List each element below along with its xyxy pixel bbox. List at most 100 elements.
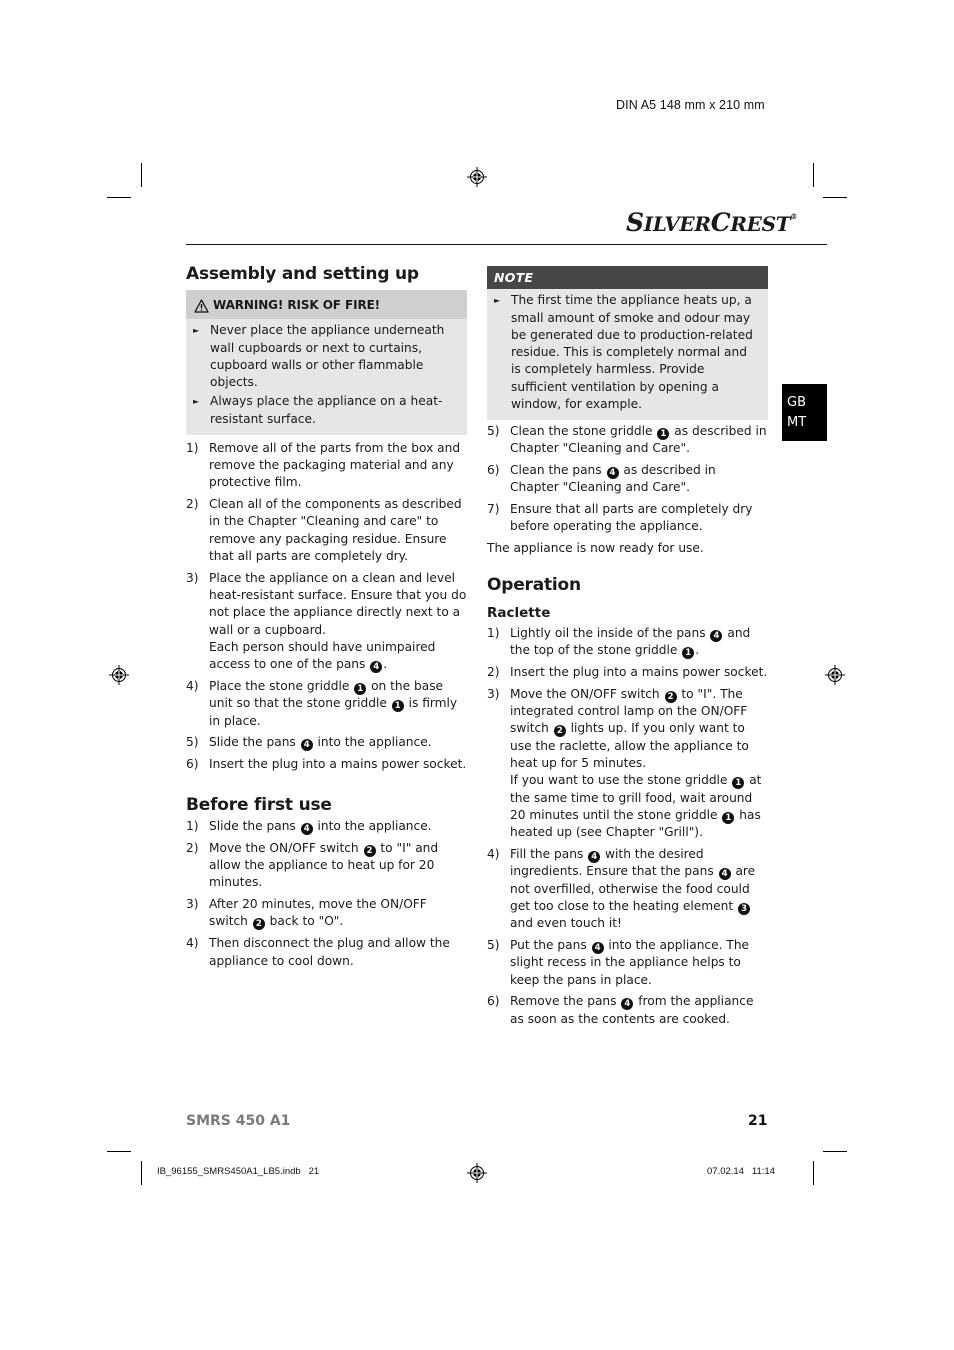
step-item: 2) Insert the plug into a mains power soc… (487, 664, 768, 681)
step-item: 1) Remove all of the parts from the box a… (186, 440, 467, 492)
crop-mark (813, 163, 814, 187)
step-item: 1) Slide the pans 4 into the appliance. (186, 818, 467, 835)
step-number: 3) (186, 570, 199, 585)
step-number: 1) (186, 818, 199, 833)
step-text: Insert the plug into a mains power socke… (209, 757, 467, 772)
part-number-badge-3: 3 (738, 902, 751, 915)
crop-mark (107, 1151, 131, 1152)
step-number: 1) (487, 625, 500, 640)
part-number-badge-4: 4 (591, 942, 604, 954)
part-number-badge-2: 2 (553, 725, 566, 738)
crop-mark (823, 197, 847, 198)
step-item: 2) Clean all of the components as describ… (186, 496, 467, 565)
ready-text: The appliance is now ready for use. (487, 541, 704, 556)
step-number: 5) (487, 423, 500, 438)
crop-mark (141, 163, 142, 187)
part-number-badge-1: 1 (657, 427, 670, 440)
brand-logo: SILVERCREST® (626, 208, 797, 237)
part-number-badge-2: 2 (252, 918, 265, 931)
step-text: Clean the stone griddle 1 as described i… (510, 423, 767, 456)
operation-steps: 1) Lightly oil the inside of the pans 4 a… (487, 625, 768, 1028)
brand-letters: REST (730, 212, 791, 236)
step-item: 4) Then disconnect the plug and allow the… (186, 935, 467, 970)
continued-steps: 5) Clean the stone griddle 1 as described… (487, 423, 768, 536)
brand-letter: S (626, 208, 644, 237)
subsection-title-raclette: Raclette (487, 605, 551, 622)
part-number-badge-4: 4 (718, 868, 731, 881)
step-item: 6) Insert the plug into a mains power soc… (186, 756, 467, 773)
step-text: Slide the pans 4 into the appliance. (209, 818, 432, 835)
step-text: Ensure that all parts are completely dry… (510, 502, 753, 534)
part-number-badge-2: 2 (363, 844, 376, 857)
part-number-badge-4: 4 (606, 466, 619, 479)
bullet-text: The first time the appliance heats up, a… (511, 293, 753, 412)
before-first-use-steps: 1) Slide the pans 4 into the appliance. 2)… (186, 818, 467, 970)
part-number-badge-1: 1 (732, 777, 745, 790)
step-text: Fill the pans 4 with the desired ingredi… (510, 847, 756, 931)
registration-mark-icon (467, 167, 487, 187)
warning-body: ► Never place the appliance underneath wa… (186, 319, 467, 435)
step-number: 4) (186, 936, 199, 951)
step-number: 3) (186, 897, 199, 912)
step-text: After 20 minutes, move the ON/OFF switch… (209, 897, 427, 931)
bullet-arrow-icon: ► (193, 397, 200, 407)
step-number: 5) (487, 938, 500, 952)
print-format-label: DIN A5 148 mm x 210 mm (616, 98, 765, 112)
part-number-badge-4: 4 (621, 998, 634, 1011)
brand-letter: C (710, 208, 731, 237)
header-rule (186, 244, 827, 245)
step-item: 7) Ensure that all parts are completely d… (487, 501, 768, 536)
bullet-arrow-icon: ► (494, 296, 501, 306)
step-item: 2) Move the ON/OFF switch 2 to "I" and al… (186, 840, 467, 892)
part-number-badge-4: 4 (300, 822, 313, 835)
step-text: Remove the pans 4 from the appliance as … (510, 994, 754, 1026)
language-code: GB (787, 395, 806, 410)
step-number: 5) (186, 735, 199, 750)
step-text: Put the pans 4 into the appliance. The s… (510, 938, 750, 987)
crop-mark (141, 1161, 142, 1185)
step-item: 1) Lightly oil the inside of the pans 4 a… (487, 625, 768, 660)
warning-box: WARNING! RISK OF FIRE! ► Never place the … (186, 290, 467, 436)
bullet-arrow-icon: ► (193, 326, 200, 336)
step-number: 4) (487, 847, 500, 862)
step-item: 5) Slide the pans 4 into the appliance. (186, 734, 467, 752)
crop-mark (813, 1161, 814, 1185)
bullet-item: ► Always place the appliance on a heat-re… (193, 393, 459, 428)
step-text: Place the appliance on a clean and level… (209, 570, 467, 674)
note-body: ► The first time the appliance heats up, … (487, 289, 768, 420)
print-slug-filename: IB_96155_SMRS450A1_LB5.indb 21 (157, 1166, 320, 1177)
step-text: Move the ON/OFF switch 2 to "I". The int… (510, 686, 762, 840)
step-number: 2) (487, 665, 500, 680)
part-number-badge-4: 4 (710, 629, 723, 642)
step-number: 6) (487, 994, 500, 1009)
registration-mark-icon (467, 1163, 487, 1183)
warning-header: WARNING! RISK OF FIRE! (186, 290, 467, 320)
step-item: 6) Clean the pans 4 as described in Chapt… (487, 462, 768, 497)
brand-letters: ILVER (643, 212, 711, 236)
step-item: 6) Remove the pans 4 from the appliance a… (487, 993, 768, 1028)
bullet-item: ► Never place the appliance underneath wa… (193, 322, 459, 391)
part-number-badge-1: 1 (682, 647, 695, 660)
step-number: 2) (186, 840, 199, 855)
registration-mark-icon (825, 665, 845, 685)
part-number-badge-1: 1 (391, 700, 404, 713)
step-number: 6) (487, 462, 500, 477)
step-number: 7) (487, 502, 500, 517)
step-number: 6) (186, 757, 199, 772)
registration-mark-icon (109, 665, 129, 685)
note-box: NOTE ► The first time the appliance heats… (487, 266, 768, 421)
print-slug-date: 07.02.14 11:14 (707, 1166, 775, 1177)
part-number-badge-4: 4 (370, 661, 383, 674)
part-number-badge-2: 2 (664, 690, 677, 703)
part-number-badge-4: 4 (588, 851, 601, 864)
step-text: Clean all of the components as described… (209, 496, 462, 563)
section-title-operation: Operation (487, 575, 581, 596)
step-text: Slide the pans 4 into the appliance. (209, 735, 432, 752)
crop-mark (823, 1151, 847, 1152)
bullet-text: Never place the appliance underneath wal… (210, 323, 445, 390)
step-item: 5) Clean the stone griddle 1 as described… (487, 423, 768, 458)
step-text: Place the stone griddle 1 on the base un… (209, 678, 458, 728)
step-item: 3) Move the ON/OFF switch 2 to "I". The i… (487, 686, 768, 842)
step-item: 4) Place the stone griddle 1 on the base … (186, 678, 467, 730)
crop-mark (107, 197, 131, 198)
